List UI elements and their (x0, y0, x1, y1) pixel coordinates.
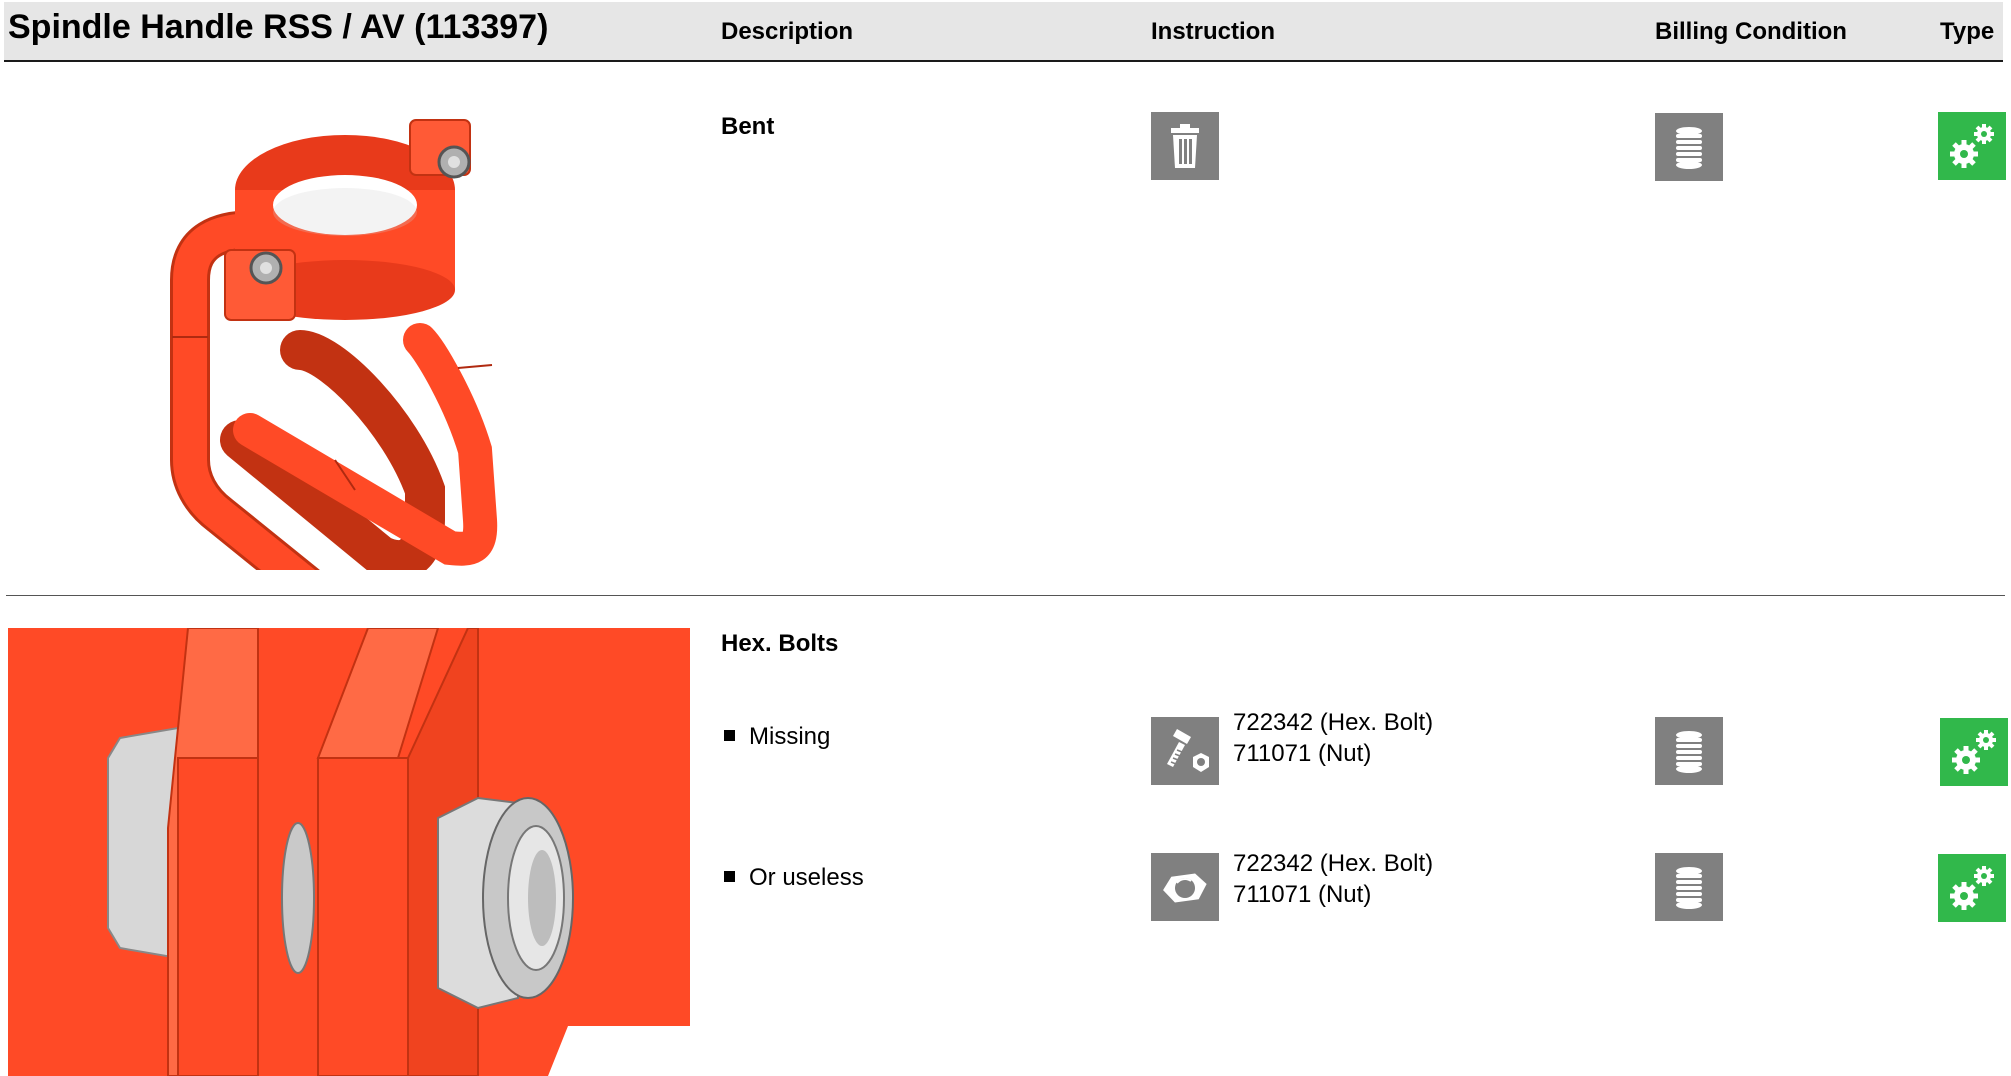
part-line: 722342 (Hex. Bolt) (1233, 709, 1434, 736)
part-numbers-or-useless: 722342 (Hex. Bolt) 711071 (Nut) (1233, 848, 1433, 910)
page-title: Spindle Handle RSS / AV (113397) (8, 8, 549, 46)
coin-stack-icon[interactable] (1655, 717, 1723, 785)
column-header-instruction: Instruction (1151, 18, 1275, 45)
bullet-marker (724, 871, 735, 883)
section-title-bent: Bent (721, 113, 775, 140)
gears-icon[interactable] (1940, 718, 2008, 786)
gears-icon[interactable] (1938, 112, 2006, 180)
part-line: 722342 (Hex. Bolt) (1233, 850, 1434, 877)
list-item-or-useless: Or useless (724, 864, 864, 892)
part-line: 711071 (Nut) (1233, 740, 1372, 767)
list-item-missing: Missing (724, 723, 830, 751)
bolt-nut-icon[interactable] (1151, 717, 1219, 785)
hex-nut-icon[interactable] (1151, 853, 1219, 921)
gears-icon[interactable] (1938, 854, 2006, 922)
spindle-handle-image (170, 100, 550, 640)
bullet-marker (724, 730, 735, 742)
trash-icon[interactable] (1151, 112, 1219, 180)
column-header-billing: Billing Condition (1655, 18, 1847, 45)
section-divider (6, 595, 2005, 596)
part-line: 711071 (Nut) (1233, 881, 1372, 908)
column-header-type: Type (1940, 18, 1995, 45)
coin-stack-icon[interactable] (1655, 113, 1723, 181)
coin-stack-icon[interactable] (1655, 853, 1723, 921)
section-title-hex-bolts: Hex. Bolts (721, 630, 839, 657)
column-header-description: Description (721, 18, 854, 45)
part-numbers-missing: 722342 (Hex. Bolt) 711071 (Nut) (1233, 707, 1433, 769)
hex-bolts-closeup-image (8, 628, 690, 1076)
